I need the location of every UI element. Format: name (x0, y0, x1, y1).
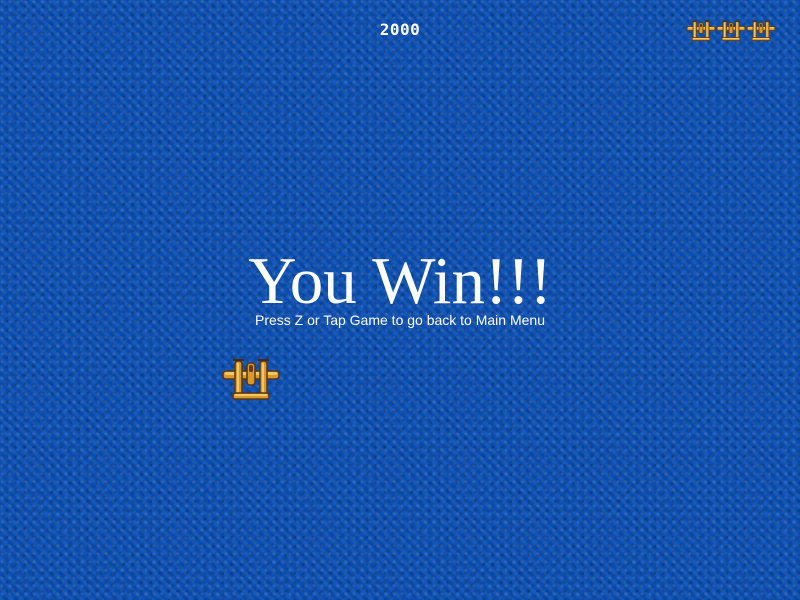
game-canvas[interactable]: 2000 You Win!!! Press Z or Tap Game to g… (0, 0, 800, 600)
win-title: You Win!!! (248, 244, 552, 318)
p38-plane-icon (746, 20, 776, 41)
p38-plane-icon (686, 20, 716, 41)
player-plane-icon (222, 359, 280, 400)
score-display: 2000 (379, 20, 421, 39)
lives-indicator (686, 20, 776, 42)
return-instruction: Press Z or Tap Game to go back to Main M… (255, 312, 545, 328)
p38-plane-icon (716, 20, 746, 41)
